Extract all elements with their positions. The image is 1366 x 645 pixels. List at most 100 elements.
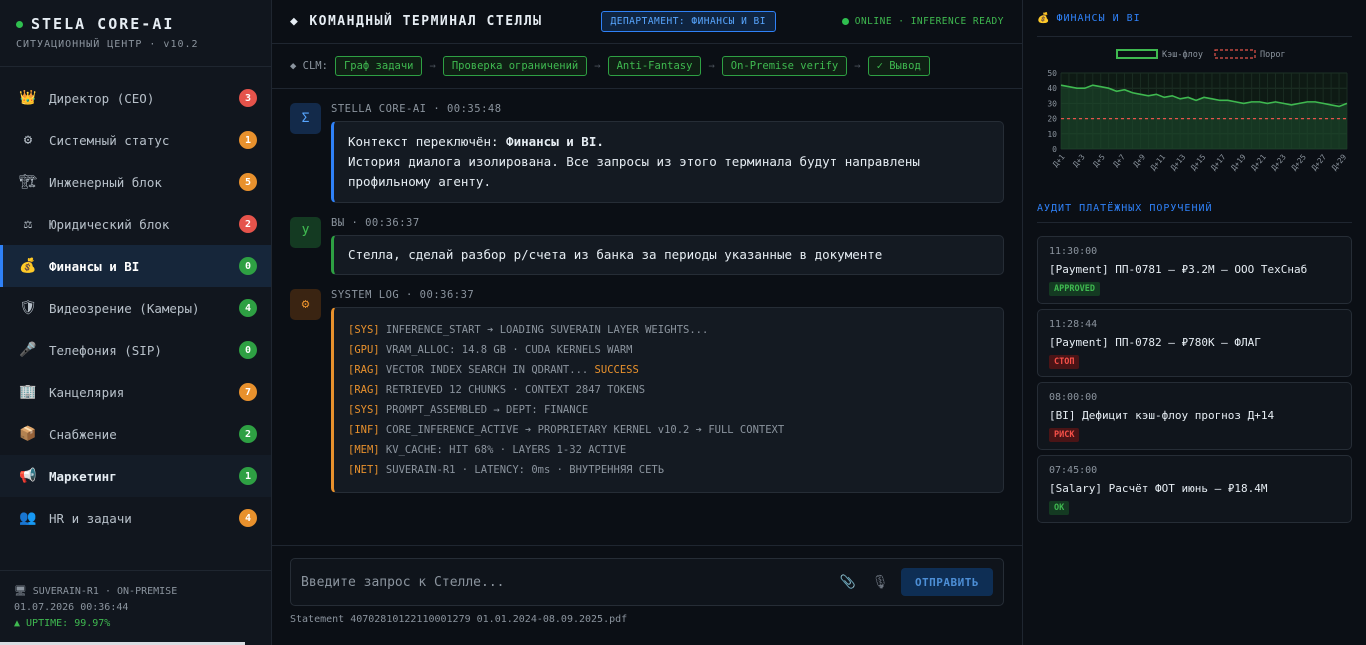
sidebar-item-video[interactable]: 🛡 Видеозрение (Камеры) 4 xyxy=(0,287,271,329)
log-line: [SYS] INFERENCE_START ➔ LOADING SUVERAIN… xyxy=(348,320,989,340)
arrow-right-icon: → xyxy=(429,60,436,72)
app-window: STELA CORE-AI СИТУАЦИОННЫЙ ЦЕНТР · v10.2… xyxy=(0,0,1366,645)
log-line: [INF] CORE_INFERENCE_ACTIVE ➔ PROPRIETAR… xyxy=(348,420,989,440)
sidebar-item-hr[interactable]: 👥 HR и задачи 4 xyxy=(0,497,271,539)
send-button[interactable]: ОТПРАВИТЬ xyxy=(901,568,993,596)
log-text: KV_CACHE: HIT 68% · LAYERS 1-32 ACTIVE xyxy=(379,444,627,456)
sidebar-item-label: Телефония (SIP) xyxy=(49,342,162,358)
microphone-icon[interactable]: 🎙 xyxy=(869,575,891,590)
paperclip-icon[interactable]: 📎 xyxy=(837,575,859,590)
inference-status: ONLINE · INFERENCE READY xyxy=(841,16,1004,27)
audit-time: 11:30:00 xyxy=(1049,246,1098,257)
log-text: RETRIEVED 12 CHUNKS · CONTEXT 2847 TOKEN… xyxy=(379,384,646,396)
x-tick-label: Д+1 xyxy=(1051,153,1067,169)
package-icon: 📦 xyxy=(19,426,37,442)
message-bubble: Стелла, сделай разбор р/счета из банка з… xyxy=(331,235,1004,275)
finance-panel-title-text: ФИНАНСЫ И BI xyxy=(1056,13,1141,24)
message-ai: Σ STELLA CORE-AI · 00:35:48 Контекст пер… xyxy=(290,103,1004,203)
uptime-status: ▲ UPTIME: 99.97% xyxy=(14,618,111,629)
online-dot-icon xyxy=(841,18,849,25)
clm-step-anti-fantasy: Anti-Fantasy xyxy=(607,56,702,76)
sidebar-item-ceo[interactable]: 👑 Директор (CEO) 3 xyxy=(0,77,271,119)
sidebar-item-marketing[interactable]: 📢 Маркетинг 1 xyxy=(0,455,271,497)
log-line: [GPU] VRAM_ALLOC: 14.8 GB · CUDA KERNELS… xyxy=(348,340,989,360)
audit-text: [Payment] ПП-0781 — ₽3.2M — ООО ТехСнаб xyxy=(1049,263,1308,276)
log-tag: [RAG] xyxy=(348,364,380,376)
audit-list: 11:30:00 [Payment] ПП-0781 — ₽3.2M — ООО… xyxy=(1037,236,1352,523)
audit-card[interactable]: 11:30:00 [Payment] ПП-0781 — ₽3.2M — ООО… xyxy=(1037,236,1352,304)
log-text: CORE_INFERENCE_ACTIVE ➔ PROPRIETARY KERN… xyxy=(379,424,785,436)
log-line: [RAG] VECTOR INDEX SEARCH IN QDRANT... S… xyxy=(348,360,989,380)
count-badge: 4 xyxy=(239,299,257,317)
people-icon: 👥 xyxy=(19,510,37,526)
x-tick-label: Д+27 xyxy=(1310,153,1329,173)
message-list: Σ STELLA CORE-AI · 00:35:48 Контекст пер… xyxy=(272,89,1022,545)
sidebar-item-telephony[interactable]: 🎤 Телефония (SIP) 0 xyxy=(0,329,271,371)
x-tick-label: Д+11 xyxy=(1149,153,1168,173)
inference-status-text: ONLINE · INFERENCE READY xyxy=(854,16,1004,27)
sidebar-item-chancellery[interactable]: 🏢 Канцелярия 7 xyxy=(0,371,271,413)
brand-title: STELA CORE-AI xyxy=(16,15,255,33)
message-line: Контекст переключён: Финансы и BI. xyxy=(348,132,989,152)
x-tick-label: Д+25 xyxy=(1289,153,1308,173)
count-badge: 1 xyxy=(239,131,257,149)
node-info: 🖥 SUVERAIN-R1 · ON-PREMISE xyxy=(14,586,178,597)
log-tag: [GPU] xyxy=(348,344,380,356)
audit-title: АУДИТ ПЛАТЁЖНЫХ ПОРУЧЕНИЙ xyxy=(1037,203,1352,223)
sidebar-item-finance[interactable]: 💰 Финансы и BI 0 xyxy=(0,245,271,287)
sidebar-nav: 👑 Директор (CEO) 3 ⚙ Системный статус 1 … xyxy=(0,67,271,570)
x-tick-label: Д+13 xyxy=(1169,153,1188,173)
sidebar-item-system-status[interactable]: ⚙ Системный статус 1 xyxy=(0,119,271,161)
page-title: ◆ КОМАНДНЫЙ ТЕРМИНАЛ СТЕЛЛЫ xyxy=(290,14,543,29)
sidebar-item-label: Маркетинг xyxy=(49,468,117,484)
message-body: STELLA CORE-AI · 00:35:48 Контекст перек… xyxy=(331,103,1004,203)
log-tag: [SYS] xyxy=(348,324,380,336)
sidebar-item-supply[interactable]: 📦 Снабжение 2 xyxy=(0,413,271,455)
sidebar-item-label: Инженерный блок xyxy=(49,174,162,190)
message-bubble: Контекст переключён: Финансы и BI. Истор… xyxy=(331,121,1004,203)
online-dot-icon xyxy=(16,20,23,28)
clm-pipeline: ◆ CLM: Граф задачи → Проверка ограничени… xyxy=(272,44,1022,89)
audit-text: [Salary] Расчёт ФОТ июнь — ₽18.4M xyxy=(1049,482,1268,495)
log-tag: [SYS] xyxy=(348,404,380,416)
query-input-box: 📎 🎙 ОТПРАВИТЬ xyxy=(290,558,1004,606)
count-badge: 1 xyxy=(239,467,257,485)
footer-datetime: 01.07.2026 00:36:44 xyxy=(14,602,129,613)
y-tick-label: 10 xyxy=(1047,130,1057,139)
right-panel: 💰 ФИНАНСЫ И BI 0 10 20 30 40 50 Д+1 Д+3 Д+5 Д+7 Д+… xyxy=(1023,0,1366,645)
gear-icon: ⚙ xyxy=(290,289,321,320)
arrow-right-icon: → xyxy=(854,60,861,72)
x-tick-label: Д+7 xyxy=(1111,153,1127,169)
count-badge: 3 xyxy=(239,89,257,107)
log-line: [SYS] PROMPT_ASSEMBLED → DEPT: FINANCE xyxy=(348,400,989,420)
status-badge: РИСК xyxy=(1049,428,1080,442)
user-avatar: У xyxy=(290,217,321,248)
audit-card[interactable]: 07:45:00 [Salary] Расчёт ФОТ июнь — ₽18.… xyxy=(1037,455,1352,523)
message-body: ВЫ · 00:36:37 Стелла, сделай разбор р/сч… xyxy=(331,217,1004,275)
audit-card[interactable]: 11:28:44 [Payment] ПП-0782 — ₽780K — ФЛА… xyxy=(1037,309,1352,377)
sidebar: STELA CORE-AI СИТУАЦИОННЫЙ ЦЕНТР · v10.2… xyxy=(0,0,272,645)
cashflow-chart-svg: 01020304050Д+1 Д+3 Д+5 Д+7 Д+9 Д+11 Д+13 Д+15 Д+… xyxy=(1047,49,1349,173)
brand-name: STELA CORE-AI xyxy=(31,15,175,33)
query-input[interactable] xyxy=(301,574,837,590)
x-tick-label: Д+3 xyxy=(1071,153,1087,169)
construction-icon: 🏗 xyxy=(19,174,37,190)
attachment-filename[interactable]: Statement 40702810122110001279 01.01.202… xyxy=(290,614,1004,625)
status-badge: СТОП xyxy=(1049,355,1080,369)
money-bag-icon: 💰 xyxy=(1037,13,1051,24)
brand: STELA CORE-AI СИТУАЦИОННЫЙ ЦЕНТР · v10.2 xyxy=(0,0,271,67)
clm-step-on-premise: On-Premise verify xyxy=(721,56,848,76)
audit-time: 07:45:00 xyxy=(1049,465,1098,476)
sidebar-item-legal[interactable]: ⚖ Юридический блок 2 xyxy=(0,203,271,245)
message-system-log: ⚙ SYSTEM LOG · 00:36:37 [SYS] INFERENCE_… xyxy=(290,289,1004,493)
x-tick-label: Д+5 xyxy=(1091,153,1107,169)
clm-label: ◆ CLM: xyxy=(290,60,328,72)
log-line: [MEM] KV_CACHE: HIT 68% · LAYERS 1-32 AC… xyxy=(348,440,989,460)
log-tag: [MEM] xyxy=(348,444,380,456)
sidebar-item-engineering[interactable]: 🏗 Инженерный блок 5 xyxy=(0,161,271,203)
audit-card[interactable]: 08:00:00 [BI] Дефицит кэш-флоу прогноз Д… xyxy=(1037,382,1352,450)
clm-step-task-graph: Граф задачи xyxy=(334,56,423,76)
x-tick-label: Д+29 xyxy=(1330,153,1349,173)
y-tick-label: 0 xyxy=(1052,145,1057,154)
diamond-icon: ◆ xyxy=(290,14,300,29)
